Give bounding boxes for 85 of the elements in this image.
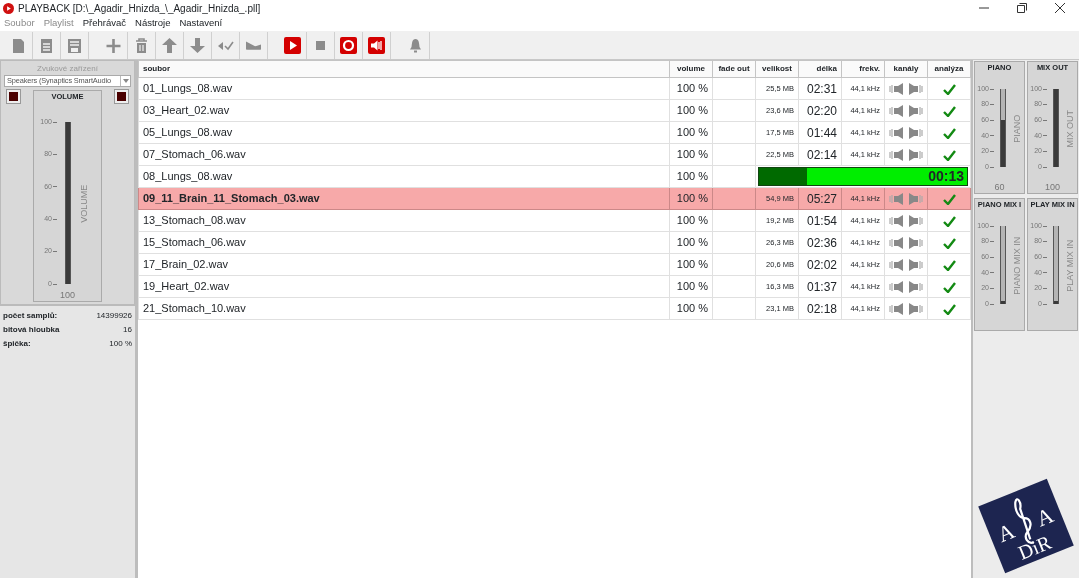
speaker-icon — [368, 36, 385, 54]
play-icon — [284, 36, 301, 54]
file-name[interactable]: 01_Lungs_08.wav — [138, 77, 670, 100]
info-label: špička: — [3, 338, 31, 350]
fader-label: PIANO — [1011, 114, 1024, 143]
column-header[interactable]: kanály — [884, 60, 928, 78]
meter-button[interactable] — [115, 90, 128, 103]
speaker-pair-icon — [889, 82, 923, 97]
window-title: PLAYBACK [D:\_Agadir_Hnizda_\_Agadir_Hnizda_.pll] — [18, 1, 261, 16]
length-cell: 02:36 — [798, 231, 842, 254]
file-name[interactable]: 07_Stomach_06.wav — [138, 143, 670, 166]
volume-cell: 100 % — [669, 165, 713, 188]
column-header[interactable]: volume — [669, 60, 713, 78]
volume-cell: 100 % — [669, 253, 713, 276]
speaker-pair-icon — [889, 280, 923, 295]
column-header[interactable]: fade out — [712, 60, 756, 78]
fader-value: 60 — [994, 182, 1005, 193]
elapsed-time: 00:13 — [928, 168, 964, 185]
save-icon — [66, 36, 83, 54]
app-icon — [3, 2, 14, 14]
column-header[interactable]: analýza — [927, 60, 971, 78]
menu-item[interactable]: Přehrávač — [82, 16, 127, 31]
fader-label: PLAY MIX IN — [1064, 239, 1077, 292]
file-name[interactable]: 19_Heart_02.wav — [138, 275, 670, 298]
speaker-pair-icon — [889, 214, 923, 229]
document-icon — [38, 36, 55, 54]
volume-cell: 100 % — [669, 99, 713, 122]
fader-label: MIX OUT — [1064, 110, 1076, 148]
length-cell: 02:20 — [798, 99, 842, 122]
maximize-icon[interactable] — [1017, 3, 1027, 13]
fader-value: 100 — [60, 290, 75, 301]
speaker-pair-icon — [889, 236, 923, 251]
info-label: bitová hloubka — [3, 324, 60, 336]
file-icon — [10, 36, 27, 54]
meter-button[interactable] — [7, 90, 20, 103]
record-icon — [340, 36, 357, 54]
caret-icon — [122, 79, 129, 83]
volume-cell: 100 % — [669, 77, 713, 100]
file-name[interactable]: 08_Lungs_08.wav — [138, 165, 670, 188]
file-name[interactable]: 17_Brain_02.wav — [138, 253, 670, 276]
arrow-up-icon — [161, 36, 178, 54]
speaker-pair-icon — [889, 258, 923, 273]
file-name[interactable]: 21_Stomach_10.wav — [138, 297, 670, 320]
close-icon[interactable] — [1055, 3, 1065, 13]
length-cell: 02:14 — [798, 143, 842, 166]
file-name[interactable]: 05_Lungs_08.wav — [138, 121, 670, 144]
info-value: 100 % — [109, 338, 132, 350]
column-header[interactable]: soubor — [138, 60, 670, 78]
speaker-pair-icon — [889, 148, 923, 163]
file-name[interactable]: 13_Stomach_08.wav — [138, 209, 670, 232]
info-label: počet samplů: — [3, 310, 58, 322]
volume-cell: 100 % — [669, 143, 713, 166]
volume-cell: 100 % — [669, 275, 713, 298]
length-cell: 01:54 — [798, 209, 842, 232]
info-value: 14399926 — [96, 310, 132, 322]
fader-label: VOLUME — [78, 184, 91, 223]
fader-label: PIANO MIX IN — [1011, 236, 1024, 295]
file-name[interactable]: 15_Stomach_06.wav — [138, 231, 670, 254]
fader-value: 100 — [1045, 182, 1060, 193]
plus-icon — [105, 36, 122, 54]
trash-icon — [133, 36, 150, 54]
volume-cell: 100 % — [669, 297, 713, 320]
menu-item[interactable]: Nastavení — [179, 16, 223, 31]
column-header[interactable]: frekv. — [841, 60, 885, 78]
column-header[interactable]: velikost — [755, 60, 799, 78]
length-cell: 01:37 — [798, 275, 842, 298]
arrow-down-icon — [189, 36, 206, 54]
length-cell: 02:18 — [798, 297, 842, 320]
length-cell: 01:44 — [798, 121, 842, 144]
speaker-pair-icon — [889, 302, 923, 317]
info-value: 16 — [123, 324, 132, 336]
length-cell: 02:02 — [798, 253, 842, 276]
speaker-pair-icon — [889, 104, 923, 119]
volume-cell: 100 % — [669, 231, 713, 254]
ramp-icon — [245, 40, 262, 50]
file-name[interactable]: 03_Heart_02.wav — [138, 99, 670, 122]
length-cell: 02:31 — [798, 77, 842, 100]
speaker-pair-icon — [889, 192, 923, 207]
volume-cell: 100 % — [669, 209, 713, 232]
bell-icon — [407, 36, 424, 54]
volume-cell: 100 % — [669, 121, 713, 144]
file-name[interactable]: 09_11_Brain_11_Stomach_03.wav — [138, 187, 670, 210]
menu-item[interactable]: Nástroje — [135, 16, 171, 31]
column-header[interactable]: délka — [798, 60, 842, 78]
speaker-pair-icon — [889, 126, 923, 141]
